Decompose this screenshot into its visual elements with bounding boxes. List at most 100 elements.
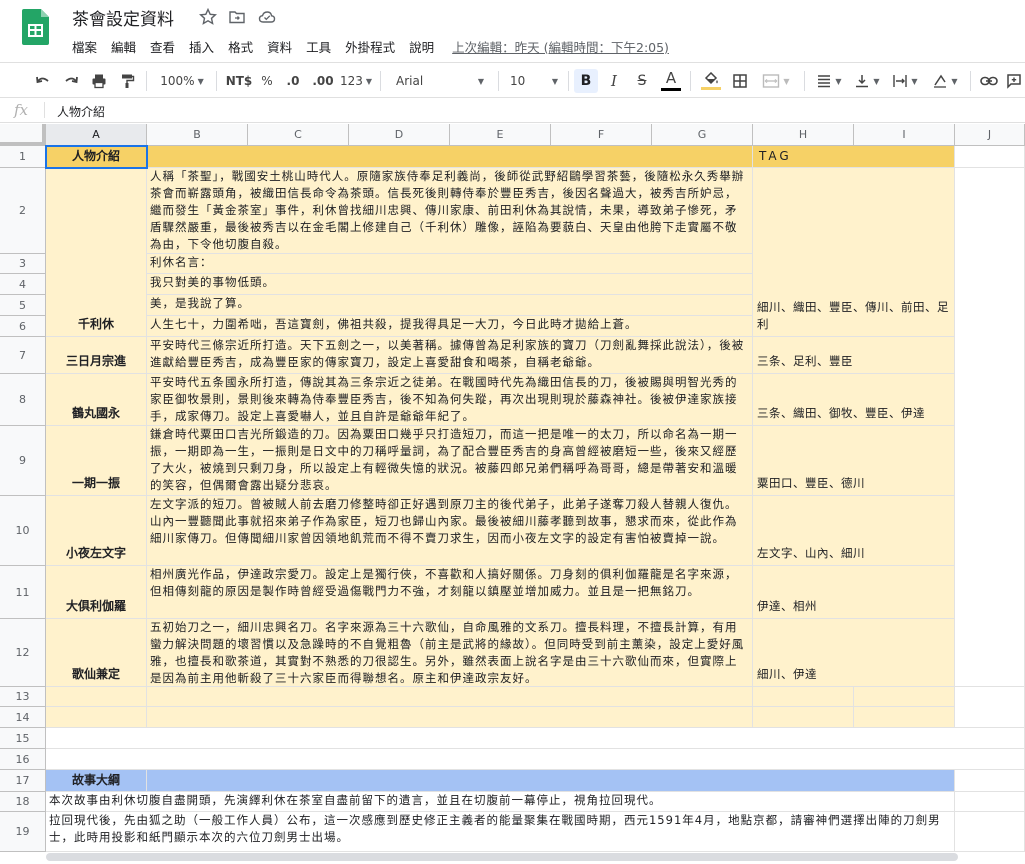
empty-cell[interactable] (955, 770, 1025, 792)
story-text-cell[interactable]: 拉回現代後，先由狐之助（一般工作人員）公布，這一次感應到歷史修正主義者的能量聚集… (46, 812, 955, 852)
text-color-button[interactable]: A (658, 69, 684, 93)
last-edit-link[interactable]: 上次編輯：昨天 (編輯時間：下午2:05) (452, 37, 669, 55)
fill-color-icon[interactable] (698, 69, 724, 93)
bold-button[interactable]: B (574, 69, 598, 93)
text-rotation-icon[interactable]: ▼ (926, 69, 964, 93)
italic-button[interactable]: I (602, 69, 626, 93)
empty-cell[interactable] (854, 707, 955, 728)
menu-format[interactable]: 格式 (228, 37, 253, 55)
tag-cell[interactable]: 粟田口、豐臣、德川 (753, 426, 955, 496)
row-header[interactable]: 16 (0, 749, 46, 770)
character-description-cell[interactable]: 五初始刀之一，細川忠興名刀。名字來源為三十六歌仙，自命風雅的文系刀。擅長料理，不… (147, 619, 753, 687)
row-header[interactable]: 19 (0, 812, 46, 852)
row-header[interactable]: 12 (0, 619, 46, 687)
character-description-cell[interactable]: 相州廣光作品，伊達政宗愛刀。設定上是獨行俠，不喜歡和人搞好關係。刀身刻的俱利伽羅… (147, 566, 753, 619)
empty-cell[interactable] (46, 707, 147, 728)
currency-format-button[interactable]: NT$ (224, 69, 254, 93)
menu-data[interactable]: 資料 (267, 37, 292, 55)
menu-edit[interactable]: 編輯 (111, 37, 136, 55)
tag-cell[interactable]: 細川、織田、豐臣、傳川、前田、足利 (753, 168, 955, 337)
text-wrap-icon[interactable]: ▼ (888, 69, 922, 93)
empty-cell[interactable] (854, 687, 955, 707)
row-header[interactable]: 2 (0, 168, 46, 254)
column-header-a[interactable]: A (46, 124, 147, 146)
cloud-saved-icon[interactable] (258, 8, 276, 26)
increase-decimal-button[interactable]: .00 (310, 69, 336, 93)
insert-link-icon[interactable] (978, 69, 1000, 93)
character-name-cell[interactable]: 一期一振 (46, 426, 147, 496)
document-title[interactable]: 茶會設定資料 (72, 5, 174, 30)
empty-cell[interactable] (46, 687, 147, 707)
empty-cell[interactable] (955, 146, 1025, 168)
empty-cell[interactable] (955, 792, 1025, 812)
empty-cell[interactable] (753, 707, 854, 728)
tag-cell[interactable]: 伊達、相州 (753, 566, 955, 619)
menu-tools[interactable]: 工具 (306, 37, 331, 55)
column-header-d[interactable]: D (349, 124, 450, 146)
character-description-cell[interactable]: 人稱「茶聖」，戰國安土桃山時代人。原隨家族侍奉足利義尚，後師從武野紹鷗學習茶藝，… (147, 168, 753, 254)
row-header[interactable]: 14 (0, 707, 46, 728)
vertical-align-icon[interactable]: ▼ (850, 69, 884, 93)
header-cell-tag[interactable]: TAG (753, 146, 955, 168)
row-header[interactable]: 6 (0, 316, 46, 337)
row-header[interactable]: 13 (0, 687, 46, 707)
paint-format-icon[interactable] (116, 69, 138, 93)
tag-cell[interactable]: 細川、伊達 (753, 619, 955, 687)
character-name-cell[interactable]: 三日月宗進 (46, 337, 147, 374)
row-header[interactable]: 1 (0, 146, 46, 168)
menu-insert[interactable]: 插入 (189, 37, 214, 55)
row-header[interactable]: 3 (0, 254, 46, 274)
header-cell-character-intro[interactable]: 人物介紹 (46, 146, 147, 168)
column-header-g[interactable]: G (652, 124, 753, 146)
column-header-b[interactable]: B (147, 124, 248, 146)
decrease-decimal-button[interactable]: .0 (282, 69, 304, 93)
menu-help[interactable]: 說明 (409, 37, 434, 55)
row-header[interactable]: 4 (0, 274, 46, 295)
character-description-cell[interactable]: 左文字派的短刀。曾被賊人前去磨刀修整時卻正好遇到原刀主的後代弟子，此弟子遂奪刀殺… (147, 496, 753, 566)
star-icon[interactable] (198, 7, 218, 26)
quote-cell[interactable]: 人生七十，力圍希咄，吾這寶劍，佛祖共殺，提我得具足一大刀，今日此時才拋給上蒼。 (147, 316, 753, 337)
redo-icon[interactable] (60, 69, 82, 93)
story-outline-header[interactable]: 故事大綱 (46, 770, 147, 792)
menu-view[interactable]: 查看 (150, 37, 175, 55)
character-name-cell[interactable]: 大俱利伽羅 (46, 566, 147, 619)
print-icon[interactable] (88, 69, 110, 93)
column-header-c[interactable]: C (248, 124, 349, 146)
quote-cell[interactable]: 我只對美的事物低頭。 (147, 274, 753, 295)
column-header-j[interactable]: J (955, 124, 1025, 146)
row-header[interactable]: 11 (0, 566, 46, 619)
empty-cell[interactable] (955, 812, 1025, 852)
column-header-e[interactable]: E (450, 124, 551, 146)
tag-cell[interactable]: 三条、織田、御牧、豐臣、伊達 (753, 374, 955, 426)
empty-cell[interactable] (147, 687, 753, 707)
character-name-cell[interactable]: 千利休 (46, 168, 147, 337)
column-header-f[interactable]: F (551, 124, 652, 146)
story-header-fill[interactable] (147, 770, 955, 792)
empty-column-j[interactable] (955, 168, 1025, 687)
row-header[interactable]: 9 (0, 426, 46, 496)
number-format-select[interactable]: 123 ▼ (338, 69, 374, 93)
undo-icon[interactable] (32, 69, 54, 93)
horizontal-align-icon[interactable]: ▼ (812, 69, 846, 93)
empty-row[interactable] (46, 749, 1025, 770)
character-name-cell[interactable]: 鶴丸國永 (46, 374, 147, 426)
row-header[interactable]: 17 (0, 770, 46, 792)
font-size-select[interactable]: 10 ▼ (504, 69, 564, 93)
empty-cell[interactable] (753, 687, 854, 707)
select-all-corner[interactable] (0, 124, 46, 146)
header-cell-blank[interactable] (147, 146, 753, 168)
tag-cell[interactable]: 左文字、山內、細川 (753, 496, 955, 566)
empty-row[interactable] (46, 728, 1025, 749)
percent-format-button[interactable]: % (258, 69, 276, 93)
character-name-cell[interactable]: 歌仙兼定 (46, 619, 147, 687)
sheets-logo-icon[interactable] (22, 9, 49, 45)
zoom-select[interactable]: 100% ▼ (156, 69, 208, 93)
column-header-h[interactable]: H (753, 124, 854, 146)
row-header[interactable]: 8 (0, 374, 46, 426)
tag-cell[interactable]: 三条、足利、豐臣 (753, 337, 955, 374)
menu-addons[interactable]: 外掛程式 (345, 37, 395, 55)
character-description-cell[interactable]: 鎌倉時代粟田口吉光所鍛造的刀。因為粟田口幾乎只打造短刀，而這一把是唯一的太刀，所… (147, 426, 753, 496)
story-text-cell[interactable]: 本次故事由利休切腹自盡開頭，先演繹利休在茶室自盡前留下的遺言，並且在切腹前一幕停… (46, 792, 955, 812)
quote-cell[interactable]: 美，是我說了算。 (147, 295, 753, 316)
menu-file[interactable]: 檔案 (72, 37, 97, 55)
